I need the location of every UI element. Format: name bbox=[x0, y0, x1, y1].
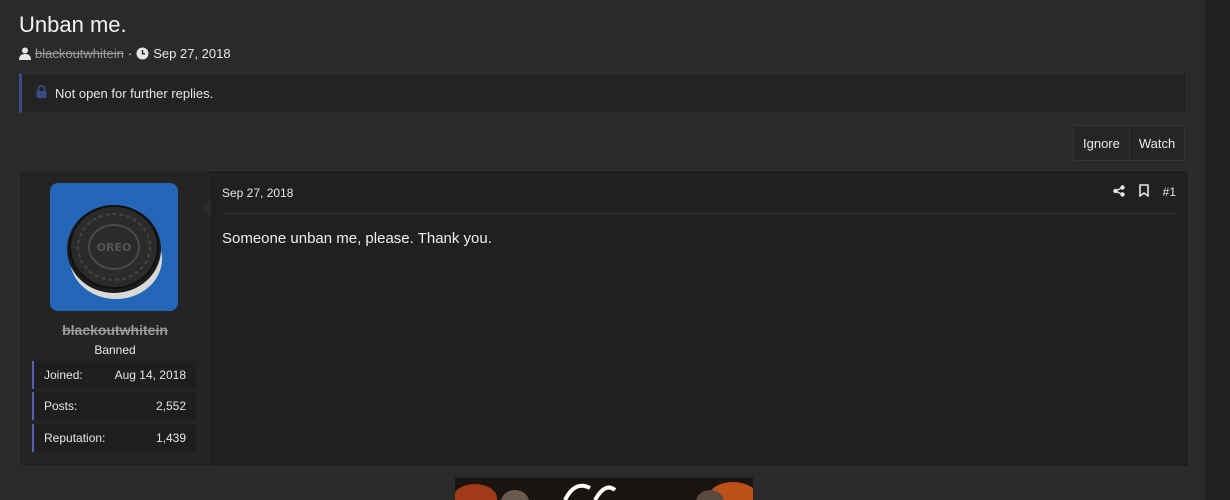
post-arrow bbox=[202, 199, 211, 217]
user-icon bbox=[19, 47, 31, 60]
oreo-cookie-image: OREO bbox=[67, 205, 162, 299]
thread-locked-notice: Not open for further replies. bbox=[19, 73, 1187, 113]
user-stat-joined: Joined: Aug 14, 2018 bbox=[32, 361, 196, 389]
clock-icon bbox=[136, 47, 149, 60]
stat-value: 1,439 bbox=[155, 431, 186, 445]
notice-text: Not open for further replies. bbox=[55, 85, 214, 101]
avatar[interactable]: OREO bbox=[50, 183, 178, 311]
post-body: Someone unban me, please. Thank you. bbox=[222, 230, 492, 247]
watch-button[interactable]: Watch bbox=[1128, 126, 1184, 160]
stat-value: Aug 14, 2018 bbox=[114, 368, 186, 382]
stat-label: Posts: bbox=[44, 399, 78, 413]
user-stat-posts: Posts: 2,552 bbox=[32, 392, 196, 420]
stat-label: Joined: bbox=[44, 368, 83, 382]
thread-title: Unban me. bbox=[19, 12, 127, 37]
user-stat-reputation: Reputation: 1,439 bbox=[32, 424, 196, 452]
post-actions: #1 bbox=[1112, 184, 1176, 200]
thread-date-link[interactable]: Sep 27, 2018 bbox=[153, 46, 230, 61]
bookmark-icon[interactable] bbox=[1138, 184, 1149, 200]
avatar-logo-text: OREO bbox=[97, 241, 132, 254]
post-date-link[interactable]: Sep 27, 2018 bbox=[222, 186, 293, 200]
ignore-button[interactable]: Ignore bbox=[1074, 126, 1129, 160]
thread-meta: blackoutwhitein · Sep 27, 2018 bbox=[19, 46, 231, 61]
post-username[interactable]: blackoutwhitein bbox=[20, 322, 210, 338]
post-message: OREO blackoutwhitein Banned Joined: Aug … bbox=[19, 170, 1189, 467]
post-number-link[interactable]: #1 bbox=[1163, 185, 1176, 199]
post-divider bbox=[222, 213, 1176, 214]
stat-label: Reputation: bbox=[44, 431, 106, 445]
ad-banner-image[interactable] bbox=[455, 478, 753, 500]
thread-action-buttons: Ignore Watch bbox=[1073, 125, 1186, 161]
lock-icon bbox=[36, 85, 47, 101]
user-title: Banned bbox=[94, 343, 136, 357]
share-icon[interactable] bbox=[1112, 184, 1125, 200]
thread-author-link[interactable]: blackoutwhitein bbox=[35, 46, 124, 61]
meta-separator: · bbox=[127, 46, 133, 61]
stat-value: 2,552 bbox=[155, 399, 186, 413]
post-user-column: OREO blackoutwhitein Banned Joined: Aug … bbox=[20, 171, 210, 466]
scrollbar-area bbox=[1205, 0, 1230, 500]
